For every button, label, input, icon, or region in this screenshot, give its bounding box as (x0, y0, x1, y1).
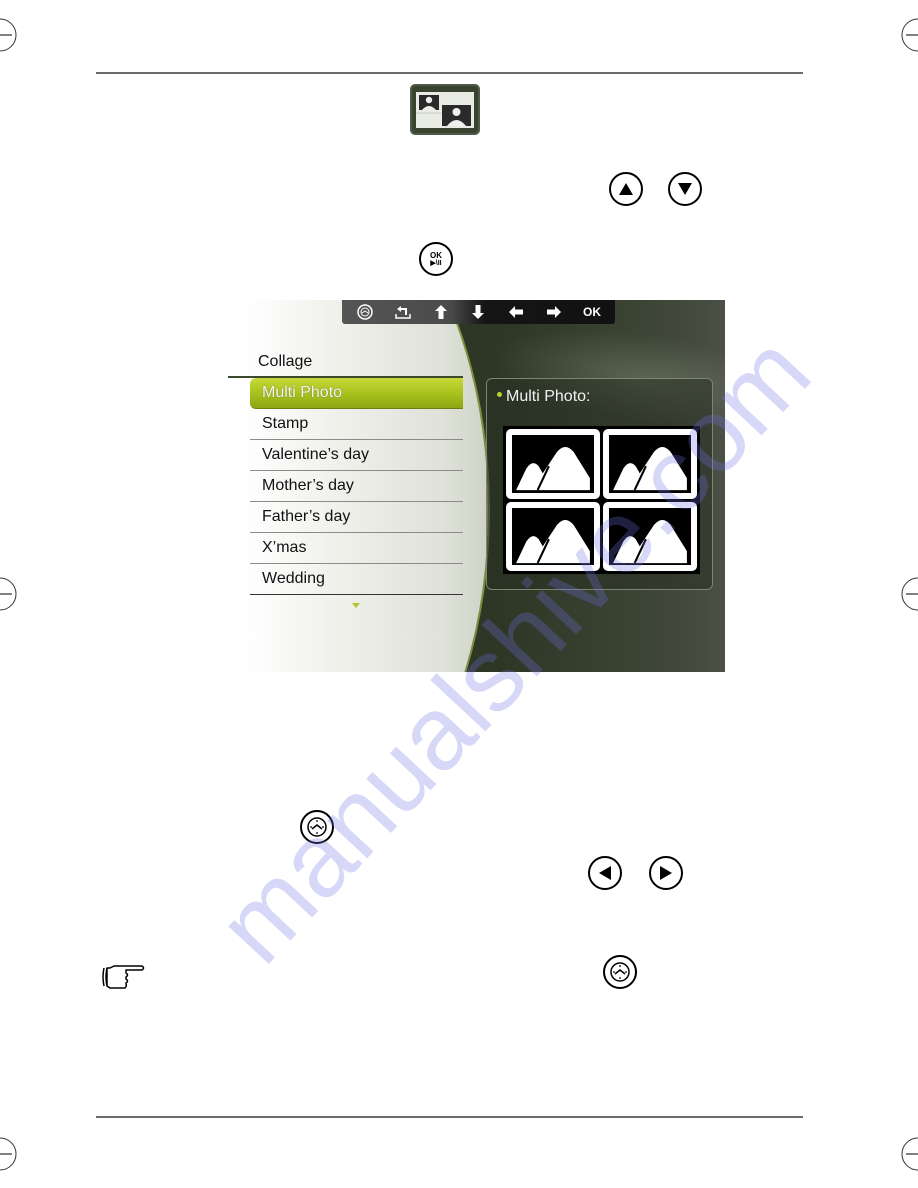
ok-play-pause-button-icon: OK ▶\II (419, 242, 453, 276)
device-screen: OK Collage Multi Photo Stamp Valentine’s… (228, 300, 725, 672)
down-arrow-button-icon (668, 172, 702, 206)
menu-item-mothers-day[interactable]: Mother’s day (250, 471, 463, 502)
right-arrow-button-icon (649, 856, 683, 890)
menu-title: Collage (258, 353, 313, 370)
toolbar-ok[interactable]: OK (577, 301, 607, 323)
menu-item-fathers-day[interactable]: Father’s day (250, 502, 463, 533)
preview-label: Multi Photo: (497, 388, 590, 406)
menu-dial-icon (357, 304, 373, 320)
toolbar-down[interactable] (463, 301, 493, 323)
toolbar-right[interactable] (539, 301, 569, 323)
preview-cell (603, 501, 697, 571)
menu-item-multi-photo[interactable]: Multi Photo (250, 378, 463, 409)
toolbar-left[interactable] (501, 301, 531, 323)
scroll-down-arrow-icon[interactable] (352, 603, 360, 608)
toolbar-up[interactable] (426, 301, 456, 323)
header-rule (96, 72, 803, 74)
toolbar-back[interactable] (388, 301, 418, 323)
collage-menu-list: Multi Photo Stamp Valentine’s day Mother… (250, 378, 463, 595)
photo-placeholder-icon (516, 446, 590, 491)
preview-cell (506, 429, 600, 499)
photo-placeholder-icon (516, 519, 590, 564)
registration-mark-top-right (901, 18, 918, 52)
preview-label-text: Multi Photo: (506, 388, 591, 405)
registration-mark-mid-left (0, 577, 17, 611)
menu-button-icon (300, 810, 334, 844)
registration-mark-bottom-left (0, 1137, 17, 1171)
arrow-down-icon (472, 305, 485, 319)
arrow-left-icon (509, 306, 524, 318)
registration-mark-top-left (0, 18, 17, 52)
up-arrow-button-icon (609, 172, 643, 206)
multi-photo-preview-grid (503, 426, 700, 574)
menu-item-wedding[interactable]: Wedding (250, 564, 463, 595)
menu-button-icon (603, 955, 637, 989)
menu-item-stamp[interactable]: Stamp (250, 409, 463, 440)
registration-mark-mid-right (901, 577, 918, 611)
toolbar: OK (342, 300, 615, 324)
arrow-right-icon (547, 306, 562, 318)
menu-item-xmas[interactable]: X’mas (250, 533, 463, 564)
preview-cell (603, 429, 697, 499)
photo-placeholder-icon (613, 446, 687, 491)
pointing-hand-icon (102, 965, 145, 989)
preview-panel: Multi Photo: (486, 378, 713, 590)
play-pause-label: ▶\II (430, 259, 442, 267)
toolbar-menu[interactable] (350, 301, 380, 323)
return-icon (395, 306, 411, 319)
left-arrow-button-icon (588, 856, 622, 890)
footer-rule (96, 1116, 803, 1118)
arrow-up-icon (434, 305, 447, 319)
bullet-icon (497, 392, 502, 398)
menu-item-valentines-day[interactable]: Valentine’s day (250, 440, 463, 471)
collage-app-icon (410, 84, 480, 135)
registration-mark-bottom-right (901, 1137, 918, 1171)
ok-label: OK (430, 250, 442, 260)
preview-cell (506, 501, 600, 571)
photo-placeholder-icon (613, 519, 687, 564)
